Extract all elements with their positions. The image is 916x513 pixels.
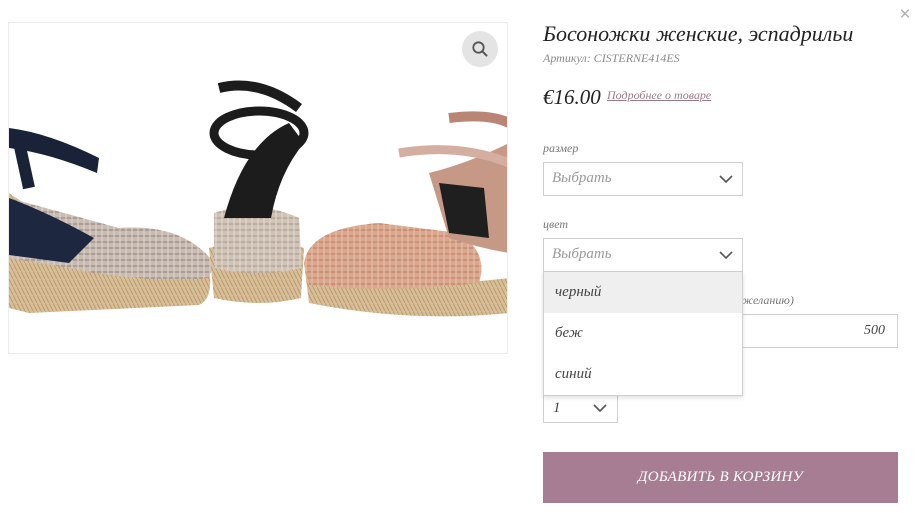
product-details-link[interactable]: Подробнее о товаре [607,88,711,103]
custom-field-label: желанию) [742,293,794,307]
size-select-value: Выбрать [552,170,612,186]
product-title: Босоножки женские, эспадрильи [543,21,854,46]
color-label: цвет [543,217,569,231]
espadrille-sandals-photo [9,23,507,353]
custom-value-input[interactable]: 500 [740,314,898,348]
chevron-down-icon [719,251,733,260]
color-dropdown: черный беж синий [543,271,743,396]
product-image [8,22,508,354]
size-select[interactable]: Выбрать [543,162,743,196]
close-button[interactable]: ✕ [895,4,915,24]
quantity-value: 1 [553,400,561,416]
close-icon: ✕ [898,5,912,23]
color-option-beige[interactable]: беж [544,313,742,354]
chevron-down-icon [593,404,607,413]
size-label: размер [543,141,579,155]
color-option-blue[interactable]: синий [544,354,742,395]
chevron-down-icon [719,175,733,184]
color-select-value: Выбрать [552,246,612,262]
color-select[interactable]: Выбрать [543,238,743,272]
zoom-icon [472,41,488,57]
quantity-select[interactable]: 1 [543,394,618,423]
product-sku: Артикул: CISTERNE414ES [543,51,680,65]
zoom-button[interactable] [462,31,498,67]
product-price: €16.00 [543,85,601,109]
add-to-cart-button[interactable]: ДОБАВИТЬ В КОРЗИНУ [543,452,898,503]
color-option-black[interactable]: черный [544,272,742,313]
